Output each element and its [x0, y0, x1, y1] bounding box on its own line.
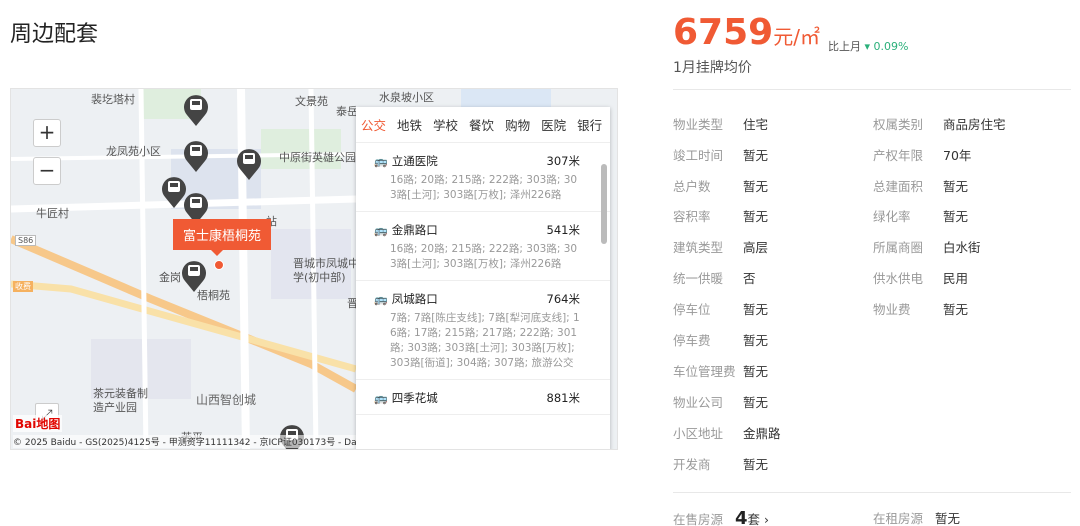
map-label: 山西智创城 [196, 393, 257, 407]
detail-row: 车位管理费 暂无 [673, 364, 769, 379]
zoom-out-button[interactable]: − [33, 157, 61, 185]
price-unit: 元/㎡ [773, 25, 820, 49]
tab-shopping[interactable]: 购物 [505, 115, 530, 134]
detail-row: 统一供暖否 [673, 271, 756, 286]
detail-row: 绿化率 暂无 [873, 209, 969, 224]
zoom-in-button[interactable]: + [33, 119, 61, 147]
detail-row: 供水供电 民用 [873, 271, 969, 286]
map-label: 裴圪塔村 [91, 93, 135, 106]
detail-row: 总建面积 暂无 [873, 179, 969, 194]
tab-hospital[interactable]: 医院 [541, 115, 566, 134]
mom-value: 0.09% [873, 40, 909, 53]
detail-row: 竣工时间 暂无 [673, 148, 769, 163]
detail-row: 产权年限 70年 [873, 148, 972, 163]
for-sale-link[interactable]: 在售房源 4套 › [673, 508, 769, 526]
tab-dining[interactable]: 餐饮 [469, 115, 494, 134]
tab-bus[interactable]: 公交 [361, 115, 386, 134]
map-label: 晋城市凤城中学(初中部) [293, 257, 359, 284]
average-price: 6759元/㎡ [673, 12, 820, 53]
detail-row: 停车费 暂无 [673, 333, 769, 348]
panel-scrollbar[interactable] [600, 152, 608, 442]
stop-distance: 307米 [546, 154, 580, 168]
list-item[interactable]: 🚌 金鼎路口 541米 16路; 20路; 215路; 222路; 303路; 30… [356, 212, 610, 281]
stop-lines: 16路; 20路; 215路; 222路; 303路; 303路[土河]; 30… [390, 174, 578, 201]
map-label: 水泉坡小区 [379, 91, 434, 104]
poi-tabs: 公交 地铁 学校 餐饮 购物 医院 银行 [356, 107, 610, 143]
road-badge: S86 [15, 235, 37, 246]
map-label: 龙凤苑小区 [106, 145, 161, 158]
map-label: 中原街英雄公园 [279, 151, 356, 164]
map[interactable]: 裴圪塔村 文景苑 龙凤苑小区 中原街英雄公园 牛匠村 晋城市凤城中学(初中部) … [10, 88, 618, 450]
bus-icon: 🚌 [374, 293, 388, 306]
bus-icon: 🚌 [374, 392, 388, 405]
map-label: 牛匠村 [36, 207, 69, 220]
stop-name: 金鼎路口 [391, 223, 438, 237]
rent-label: 在租房源 [873, 511, 924, 526]
bus-stop-icon[interactable] [181, 259, 207, 293]
detail-row: 物业费 暂无 [873, 302, 969, 317]
map-label: 茶元装备制造产业园 [93, 387, 148, 414]
for-rent: 在租房源 暂无 [873, 508, 960, 526]
bus-icon: 🚌 [374, 155, 388, 168]
detail-row: 权属类别 商品房住宅 [873, 117, 1006, 132]
divider [673, 89, 1071, 90]
divider [673, 492, 1071, 493]
bus-stop-icon[interactable] [236, 147, 262, 181]
scrollbar-thumb[interactable] [601, 164, 607, 244]
detail-row: 所属商圈 白水街 [873, 240, 981, 255]
rent-value: 暂无 [935, 511, 961, 526]
stop-name: 四季花城 [391, 391, 438, 405]
community-page: 周边配套 裴圪塔村 文景苑 龙凤苑小区 中原街英雄公园 牛匠村 晋城市凤城中学(… [0, 0, 1080, 526]
baidu-map-logo: Bai地图 [13, 415, 63, 432]
stop-distance: 881米 [546, 391, 580, 405]
bus-stop-list[interactable]: 🚌 立通医院 307米 16路; 20路; 215路; 222路; 303路; 30… [356, 143, 610, 449]
price-caption: 1月挂牌均价 [673, 60, 752, 76]
stop-lines: 16路; 20路; 215路; 222路; 303路; 303路[土河]; 30… [390, 243, 578, 270]
sale-label: 在售房源 [673, 512, 724, 526]
detail-row: 物业类型 住宅 [673, 117, 769, 132]
map-label: 金岗 [159, 271, 181, 284]
sale-count: 4 [735, 508, 748, 526]
sale-unit: 套 [747, 512, 761, 526]
mom-label: 比上月 [828, 40, 861, 53]
detail-row: 小区地址 金鼎路 [673, 426, 781, 441]
map-label: 泰岳 [336, 105, 358, 118]
map-label: 文景苑 [295, 95, 328, 108]
stop-distance: 541米 [546, 223, 580, 237]
community-marker-label[interactable]: 富士康梧桐苑 [173, 219, 272, 256]
trend-arrow-icon: ▾ [864, 40, 871, 53]
bus-stop-icon[interactable] [183, 139, 209, 173]
tab-bank[interactable]: 银行 [577, 115, 602, 134]
chevron-right-icon: › [764, 512, 770, 526]
toll-badge: 收费 [13, 281, 33, 292]
month-over-month: 比上月 ▾ 0.09% [828, 38, 908, 54]
detail-row: 建筑类型 高层 [673, 240, 769, 255]
stop-distance: 764米 [546, 292, 580, 306]
detail-row: 物业公司 暂无 [673, 395, 769, 410]
detail-row: 总户数 暂无 [673, 179, 769, 194]
section-title: 周边配套 [10, 22, 99, 47]
tab-school[interactable]: 学校 [433, 115, 458, 134]
stop-name: 凤城路口 [391, 292, 438, 306]
detail-row: 停车位 暂无 [673, 302, 769, 317]
community-location-dot [214, 260, 224, 270]
list-item[interactable]: 🚌 凤城路口 764米 7路; 7路[陈庄支线]; 7路[犁河底支线]; 16路; … [356, 281, 610, 380]
tab-subway[interactable]: 地铁 [397, 115, 422, 134]
detail-row: 开发商 暂无 [673, 457, 769, 472]
bus-icon: 🚌 [374, 224, 388, 237]
detail-row: 容积率 暂无 [673, 209, 769, 224]
stop-name: 立通医院 [391, 154, 438, 168]
transit-panel: 公交 地铁 学校 餐饮 购物 医院 银行 🚌 立通医院 307米 16路; 20路;… [356, 107, 610, 449]
list-item[interactable]: 🚌 立通医院 307米 16路; 20路; 215路; 222路; 303路; 30… [356, 143, 610, 212]
price-value: 6759 [673, 12, 774, 53]
bus-stop-icon[interactable] [183, 93, 209, 127]
list-item[interactable]: 🚌 四季花城 881米 [356, 380, 610, 415]
stop-lines: 7路; 7路[陈庄支线]; 7路[犁河底支线]; 16路; 17路; 215路;… [390, 312, 580, 369]
